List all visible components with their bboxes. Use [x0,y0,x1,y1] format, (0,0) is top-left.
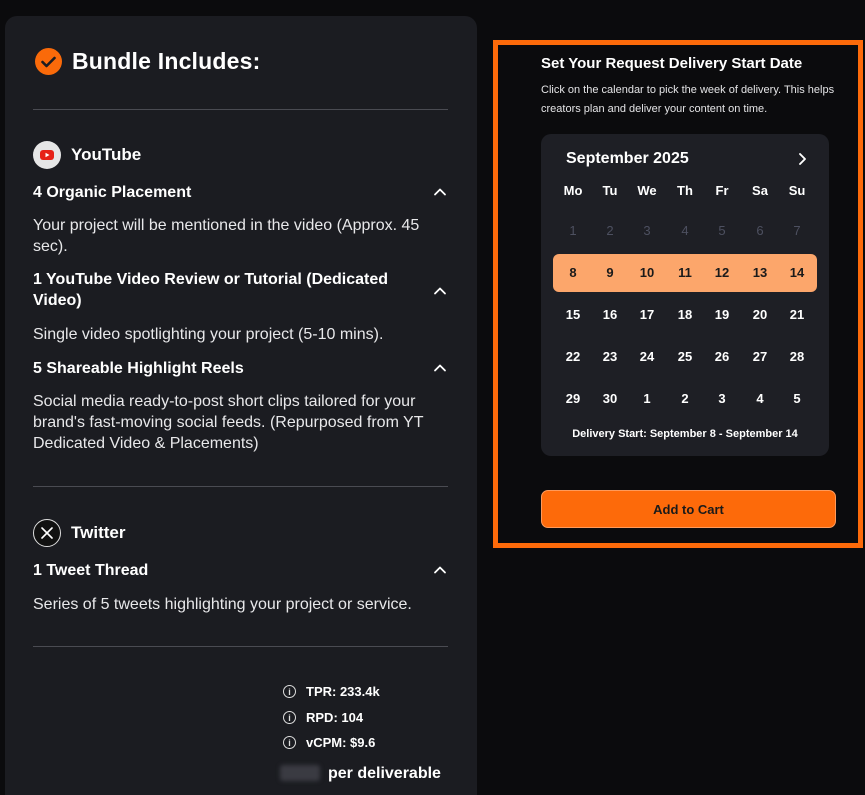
calendar-day[interactable]: 11 [670,265,700,280]
calendar-day[interactable]: 3 [707,391,737,406]
bundle-title: Bundle Includes: [72,48,261,74]
calendar-day[interactable]: 21 [782,307,812,322]
calendar-day[interactable]: 8 [558,265,588,280]
divider [33,646,448,647]
calendar-day[interactable]: 24 [632,349,662,364]
calendar-day[interactable]: 16 [595,307,625,322]
calendar-day[interactable]: 2 [670,391,700,406]
weekday-label: Mo [563,183,583,198]
calendar-day: 7 [793,223,801,238]
item-title: 4 Organic Placement [33,184,192,201]
platform-youtube: YouTube [33,141,141,169]
calendar-day[interactable]: 10 [632,265,662,280]
calendar-day[interactable]: 4 [745,391,775,406]
calendar-day: 5 [718,223,726,238]
calendar-day: 2 [606,223,614,238]
calendar-day[interactable]: 30 [595,391,625,406]
weekday-label: We [637,183,657,198]
calendar-day[interactable]: 19 [707,307,737,322]
calendar-day[interactable]: 29 [558,391,588,406]
calendar-day: 3 [643,223,651,238]
calendar-day[interactable]: 1 [632,391,662,406]
item-description: Series of 5 tweets highlighting your pro… [33,596,412,613]
stat-row: i RPD: 104 [283,710,363,725]
weekday-label: Tu [602,183,618,198]
chevron-up-icon[interactable] [433,286,447,296]
platform-twitter: Twitter [33,519,125,547]
delivery-title: Set Your Request Delivery Start Date [541,55,803,72]
chevron-up-icon[interactable] [433,187,447,197]
stat-text: RPD: 104 [306,710,364,725]
stat-row: i TPR: 233.4k [283,684,380,699]
platform-name-youtube: YouTube [71,145,142,164]
calendar-day[interactable]: 18 [670,307,700,322]
calendar-day[interactable]: 27 [745,349,775,364]
calendar-day[interactable]: 5 [782,391,812,406]
calendar-day[interactable]: 17 [632,307,662,322]
calendar-day: 1 [569,223,577,238]
divider [33,109,448,110]
calendar-day[interactable]: 28 [782,349,812,364]
x-logo-icon [33,519,61,547]
item-title: 1 YouTube Video Review or Tutorial (Dedi… [33,271,389,309]
calendar-day[interactable]: 25 [670,349,700,364]
item-title: 1 Tweet Thread [33,562,149,579]
calendar-day[interactable]: 15 [558,307,588,322]
calendar-day[interactable]: 9 [595,265,625,280]
calendar-day: 6 [756,223,764,238]
bundle-panel: Bundle Includes: YouTube 4 Organic Place… [5,16,477,795]
calendar-day[interactable]: 12 [707,265,737,280]
info-icon[interactable]: i [283,736,296,749]
checkmark-icon [35,48,62,75]
calendar-day[interactable]: 20 [745,307,775,322]
weekday-label: Fr [715,183,729,198]
chevron-right-icon[interactable] [795,152,809,166]
item-description: Social media ready-to-post short clips t… [33,393,424,452]
weekday-label: Sa [752,183,768,198]
calendar-day[interactable]: 26 [707,349,737,364]
blurred-price [280,765,320,781]
delivery-subtitle: Click on the calendar to pick the week o… [541,84,835,115]
delivery-start-text: Delivery Start: September 8 - September … [572,428,798,440]
price-suffix: per deliverable [328,765,441,782]
delivery-date-panel: Set Your Request Delivery Start Date Cli… [493,40,863,548]
youtube-icon [33,141,61,169]
stat-text: vCPM: $9.6 [306,735,376,750]
calendar-day: 4 [681,223,689,238]
calendar-day[interactable]: 22 [558,349,588,364]
calendar-month: September 2025 [566,150,689,167]
calendar-day[interactable]: 14 [782,265,812,280]
info-icon[interactable]: i [283,685,296,698]
item-description: Single video spotlighting your project (… [33,326,384,343]
item-title: 5 Shareable Highlight Reels [33,360,244,377]
bundle-header: Bundle Includes: [35,48,261,75]
platform-name-twitter: Twitter [71,523,126,542]
calendar-day[interactable]: 13 [745,265,775,280]
calendar: September 2025 Delivery Start: September… [541,134,829,456]
stat-row: i vCPM: $9.6 [283,735,375,750]
chevron-up-icon[interactable] [433,565,447,575]
stat-text: TPR: 233.4k [306,684,380,699]
chevron-up-icon[interactable] [433,363,447,373]
info-icon[interactable]: i [283,711,296,724]
weekday-label: Th [677,183,693,198]
item-description: Your project will be mentioned in the vi… [33,217,420,255]
divider [33,486,448,487]
calendar-day[interactable]: 23 [595,349,625,364]
weekday-label: Su [788,183,806,198]
add-to-cart-button[interactable]: Add to Cart [541,490,836,528]
